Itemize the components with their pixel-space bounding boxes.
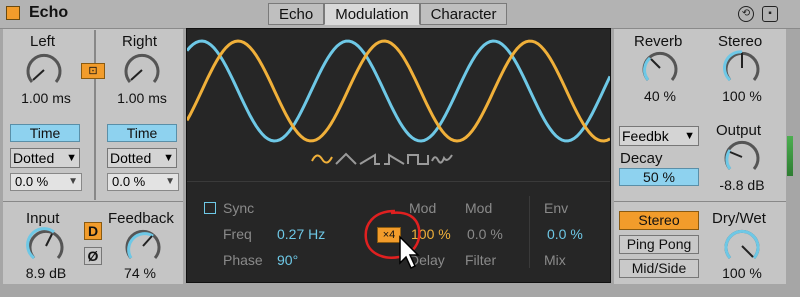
sine-icon[interactable] [311,152,333,166]
mod-filter-value[interactable]: 0.0 % [467,226,503,242]
mouse-cursor-icon [399,235,420,270]
freq-value[interactable]: 0.27 Hz [277,226,325,242]
device-title: Echo [29,4,69,21]
reverb-knob[interactable] [640,48,680,88]
mod-filter-label: Mod [465,200,493,216]
tab-echo[interactable]: Echo [268,3,325,25]
section-divider [3,201,183,202]
env-divider [529,196,530,268]
chevron-down-icon: ▼ [66,152,77,164]
freq-label: Freq [223,226,252,242]
link-divider [94,30,96,200]
filter-label: Filter [465,252,497,268]
lfo-waveform [187,39,610,143]
link-icon: ⊡ [88,65,98,77]
right-label: Right [122,33,158,50]
left-time-knob[interactable] [24,50,64,90]
reverb-position-value: Feedbk [622,128,669,144]
env-value[interactable]: 0.0 % [547,226,583,242]
mix-label: Mix [544,252,566,268]
mode-pingpong-button[interactable]: Ping Pong [619,235,699,254]
mode-midside-button[interactable]: Mid/Side [619,259,699,278]
link-button[interactable]: ⊡ [81,63,105,79]
device-title-bar: Echo Echo Modulation Character ⟲ ▪ [0,0,800,29]
hot-swap-icon[interactable]: ⟲ [738,6,754,22]
random-icon[interactable] [431,152,453,166]
sync-label: Sync [223,200,255,216]
input-label: Input [26,210,60,227]
mode-stereo-button[interactable]: Stereo [619,211,699,230]
save-preset-icon[interactable]: ▪ [762,6,778,22]
phase-value[interactable]: 90° [277,252,298,268]
square-icon[interactable] [407,152,429,166]
stereo-knob[interactable] [722,48,762,88]
left-time-value: 1.00 ms [21,90,71,106]
drywet-value: 100 % [722,265,762,281]
feedback-knob[interactable] [123,226,163,266]
drywet-label: Dry/Wet [712,210,766,227]
waveform-selector [311,152,453,166]
offset-left-value: 0.0 % [15,174,49,189]
output-knob[interactable] [722,137,762,177]
mode-right-select[interactable]: Dotted ▼ [107,148,177,168]
device-power-button[interactable] [6,6,20,20]
left-label: Left [30,33,56,50]
reverb-value: 40 % [644,88,676,104]
right-time-knob[interactable] [122,50,162,90]
offset-left-field[interactable]: 0.0 % ▼ [10,173,82,191]
tab-bar: Echo Modulation Character [268,3,508,25]
output-level-meter [787,136,793,176]
chevron-down-icon: ▼ [684,130,695,142]
mode-left-select[interactable]: Dotted ▼ [10,148,80,168]
tab-modulation[interactable]: Modulation [324,3,420,25]
input-knob[interactable] [26,226,66,266]
reverb-position-select[interactable]: Feedbk ▼ [619,126,699,146]
decay-value[interactable]: 50 % [619,168,699,186]
phase-label: Phase [223,252,263,268]
d-button[interactable]: D [84,222,102,240]
time-left-button[interactable]: Time [10,124,80,142]
lfo-wave-blue [187,39,610,143]
stereo-value: 100 % [722,88,762,104]
tab-character[interactable]: Character [419,3,508,25]
feedback-value: 74 % [124,265,156,281]
output-value: -8.8 dB [719,177,765,193]
section-divider [614,201,786,202]
time-right-button[interactable]: Time [107,124,177,142]
echo-device: Echo Echo Modulation Character ⟲ ▪ Left … [0,0,800,297]
saw-icon[interactable] [359,152,381,166]
decay-label: Decay [620,150,663,167]
env-label: Env [544,200,569,216]
mode-right-value: Dotted [110,150,152,166]
ramp-icon[interactable] [383,152,405,166]
triangle-down-icon: ▼ [165,176,175,187]
lfo-display: Sync Freq 0.27 Hz Phase 90° Mod Mod ×4 1… [186,28,611,283]
drywet-knob[interactable] [722,226,762,266]
offset-right-field[interactable]: 0.0 % ▼ [107,173,179,191]
offset-right-value: 0.0 % [112,174,146,189]
display-divider [187,181,610,182]
sync-checkbox[interactable] [204,202,216,214]
right-time-value: 1.00 ms [117,90,167,106]
chevron-down-icon: ▼ [163,152,174,164]
input-value: 8.9 dB [25,265,67,281]
mode-left-value: Dotted [13,150,55,166]
phase-invert-button[interactable]: Ø [84,247,102,265]
triangle-icon[interactable] [335,152,357,166]
triangle-down-icon: ▼ [68,176,78,187]
feedback-label: Feedback [108,210,174,227]
